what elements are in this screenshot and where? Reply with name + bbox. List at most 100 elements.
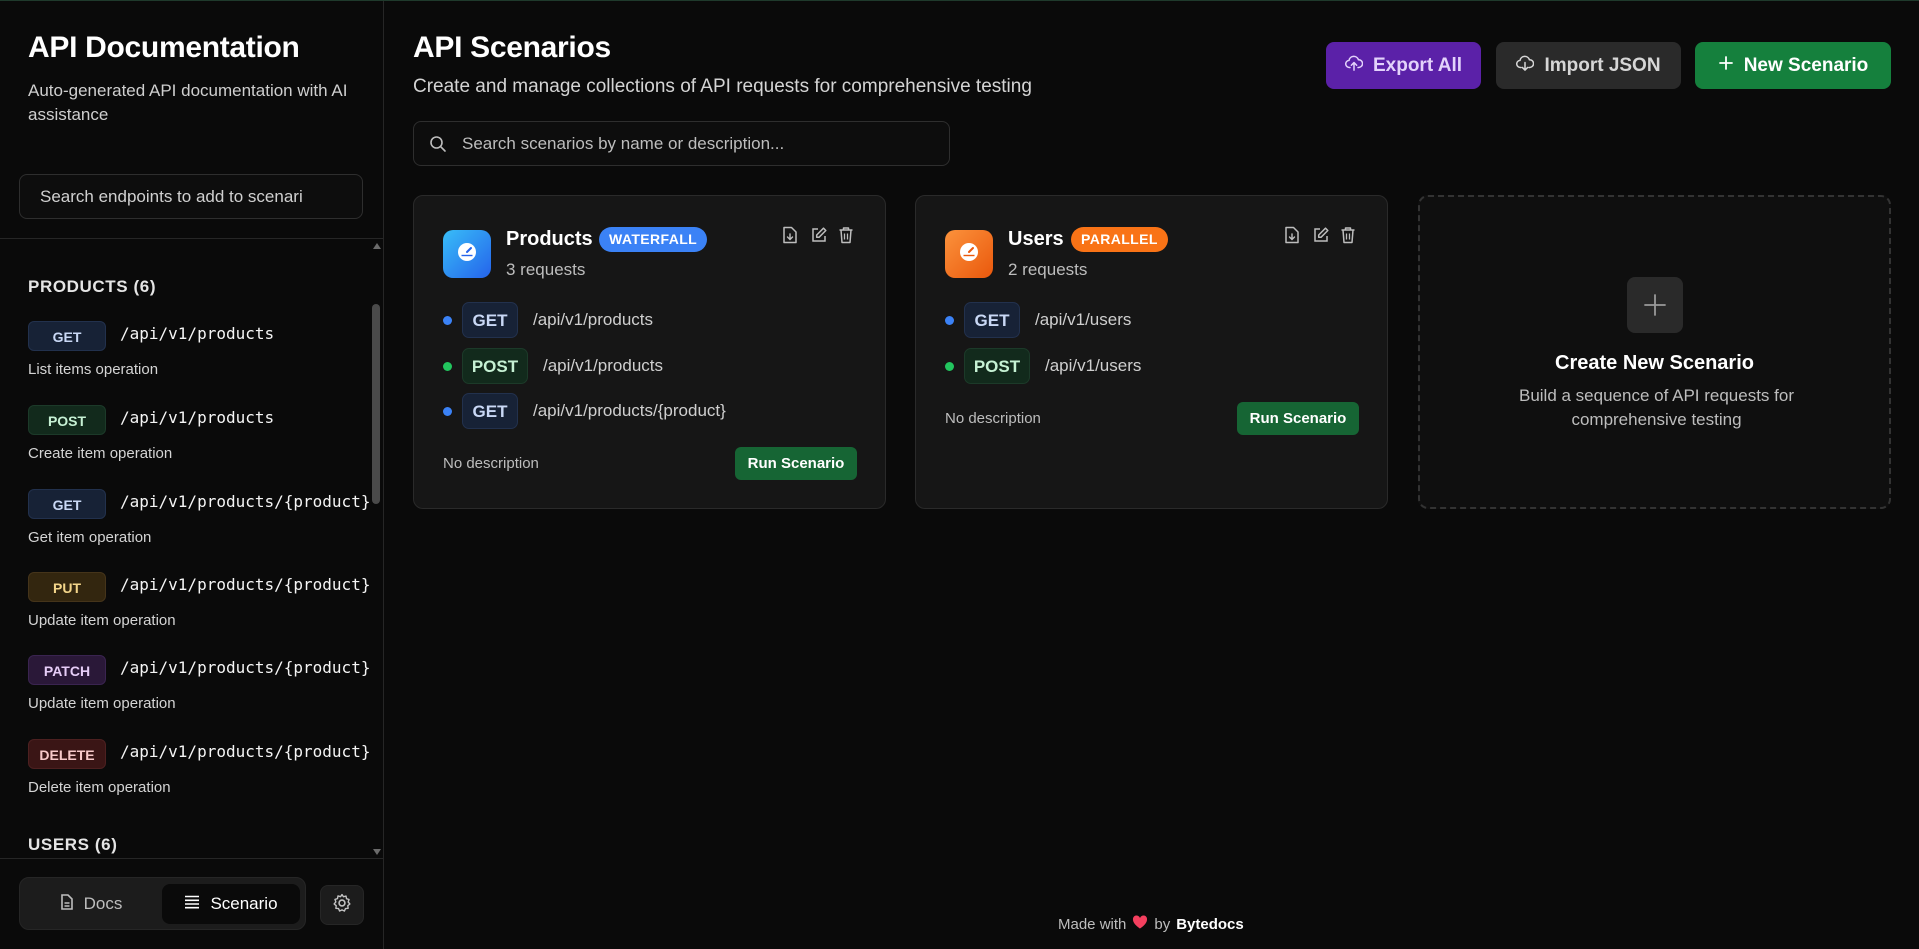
scenario-request-row[interactable]: GET /api/v1/products/{product} — [443, 393, 863, 429]
footer-brand[interactable]: Bytedocs — [1176, 916, 1244, 933]
page-subtitle: Create and manage collections of API req… — [413, 76, 1032, 97]
create-new-scenario-card[interactable]: Create New Scenario Build a sequence of … — [1418, 195, 1891, 509]
footer-made-with: Made with — [1058, 915, 1127, 933]
scenario-mode-badge: PARALLEL — [1071, 227, 1168, 252]
scenario-avatar — [945, 230, 993, 278]
method-badge: GET — [462, 393, 518, 429]
endpoint-description: List items operation — [28, 361, 159, 378]
export-file-icon[interactable] — [1284, 226, 1302, 244]
edit-icon[interactable] — [810, 226, 828, 244]
scenario-card-users[interactable]: Users PARALLEL 2 requests GET /api/v1/us… — [915, 195, 1388, 509]
cloud-download-icon — [1516, 55, 1535, 77]
scenario-description: No description — [443, 455, 539, 472]
list-icon — [184, 894, 200, 914]
scroll-down-arrow-icon[interactable] — [373, 849, 381, 855]
endpoint-path: /api/v1/products/{product} — [120, 492, 371, 511]
endpoint-item[interactable]: GET /api/v1/products/{product} Get item … — [28, 489, 371, 559]
scenario-request-row[interactable]: GET /api/v1/products — [443, 302, 863, 338]
status-dot — [443, 316, 452, 325]
create-scenario-subtitle: Build a sequence of API requests for com… — [1518, 386, 1794, 429]
scrollbar-thumb[interactable] — [372, 304, 380, 504]
scenario-request-row[interactable]: POST /api/v1/users — [945, 348, 1365, 384]
endpoint-path: /api/v1/products — [120, 324, 275, 343]
export-file-icon[interactable] — [782, 226, 800, 244]
run-scenario-button[interactable]: Run Scenario — [735, 447, 857, 480]
nav-scenario-button[interactable]: Scenario — [162, 884, 300, 924]
nav-scenario-label: Scenario — [210, 894, 278, 913]
plus-icon — [1718, 55, 1734, 77]
import-json-button[interactable]: Import JSON — [1496, 42, 1681, 89]
sidebar-header: API Documentation Auto-generated API doc… — [0, 1, 383, 127]
trash-icon[interactable] — [838, 226, 856, 244]
edit-icon[interactable] — [1312, 226, 1330, 244]
status-dot — [945, 362, 954, 371]
new-scenario-button[interactable]: New Scenario — [1695, 42, 1891, 89]
export-all-button[interactable]: Export All — [1326, 42, 1481, 89]
endpoint-path: /api/v1/products — [120, 408, 275, 427]
scenario-mode-badge: WATERFALL — [599, 227, 708, 252]
sidebar-footer: Docs Scenario — [0, 858, 383, 949]
scenario-avatar — [443, 230, 491, 278]
group-title-users[interactable]: USERS (6) — [28, 835, 117, 855]
endpoint-description: Get item operation — [28, 529, 152, 546]
search-placeholder: Search scenarios by name or description.… — [462, 134, 785, 153]
endpoint-item[interactable]: DELETE /api/v1/products/{product} Delete… — [28, 739, 371, 809]
method-badge: POST — [462, 348, 528, 384]
status-dot — [945, 316, 954, 325]
sidebar-subtitle: Auto-generated API documentation with AI… — [28, 81, 348, 124]
scroll-up-arrow-icon[interactable] — [373, 243, 381, 249]
run-scenario-button[interactable]: Run Scenario — [1237, 402, 1359, 435]
endpoint-item[interactable]: PATCH /api/v1/products/{product} Update … — [28, 655, 371, 725]
endpoint-item[interactable]: GET /api/v1/products List items operatio… — [28, 321, 368, 391]
method-badge: PATCH — [28, 655, 106, 685]
status-dot — [443, 362, 452, 371]
method-badge: GET — [462, 302, 518, 338]
trash-icon[interactable] — [1340, 226, 1358, 244]
gauge-icon — [456, 241, 478, 268]
page-footer: Made with by Bytedocs — [1058, 915, 1244, 933]
scenario-card-products[interactable]: Products WATERFALL 3 requests GET /api/v… — [413, 195, 886, 509]
sidebar-scrollbar[interactable] — [372, 239, 381, 859]
endpoint-path: /api/v1/products/{product} — [120, 658, 371, 677]
scenario-request-row[interactable]: GET /api/v1/users — [945, 302, 1365, 338]
create-scenario-title: Create New Scenario — [1555, 352, 1754, 374]
view-switcher: Docs Scenario — [19, 877, 306, 930]
scenario-search-input[interactable]: Search scenarios by name or description.… — [413, 121, 950, 166]
scenario-actions — [782, 226, 856, 244]
scenario-request-row[interactable]: POST /api/v1/products — [443, 348, 863, 384]
endpoint-item[interactable]: POST /api/v1/products Create item operat… — [28, 405, 368, 475]
settings-button[interactable] — [320, 885, 364, 925]
endpoint-path: /api/v1/products/{product} — [120, 742, 371, 761]
method-badge: POST — [964, 348, 1030, 384]
endpoint-description: Delete item operation — [28, 779, 171, 796]
nav-docs-label: Docs — [83, 894, 123, 913]
search-icon — [429, 135, 447, 158]
page-title: API Scenarios — [413, 31, 611, 64]
scenario-name: Products — [506, 228, 593, 250]
method-badge: PUT — [28, 572, 106, 602]
status-dot — [443, 407, 452, 416]
scenario-description: No description — [945, 410, 1041, 427]
method-badge: POST — [28, 405, 106, 435]
import-json-label: Import JSON — [1544, 54, 1661, 76]
new-scenario-label: New Scenario — [1743, 54, 1869, 76]
heart-icon — [1132, 915, 1148, 933]
request-path: /api/v1/users — [1035, 310, 1132, 329]
scenario-request-count: 3 requests — [506, 260, 586, 279]
method-badge: DELETE — [28, 739, 106, 769]
request-path: /api/v1/products — [533, 310, 654, 329]
scenario-request-count: 2 requests — [1008, 260, 1088, 279]
plus-icon — [1627, 277, 1683, 333]
endpoint-search-input[interactable]: Search endpoints to add to scenari — [19, 174, 363, 219]
request-path: /api/v1/users — [1045, 356, 1142, 375]
endpoint-description: Update item operation — [28, 695, 176, 712]
method-badge: GET — [28, 321, 106, 351]
group-title-products[interactable]: PRODUCTS (6) — [28, 277, 156, 297]
endpoint-item[interactable]: PUT /api/v1/products/{product} Update it… — [28, 572, 370, 642]
footer-by: by — [1154, 915, 1171, 933]
scenario-name: Users — [1008, 228, 1064, 250]
nav-docs-button[interactable]: Docs — [26, 884, 156, 924]
document-icon — [60, 893, 74, 915]
scenario-actions — [1284, 226, 1358, 244]
request-path: /api/v1/products — [543, 356, 664, 375]
